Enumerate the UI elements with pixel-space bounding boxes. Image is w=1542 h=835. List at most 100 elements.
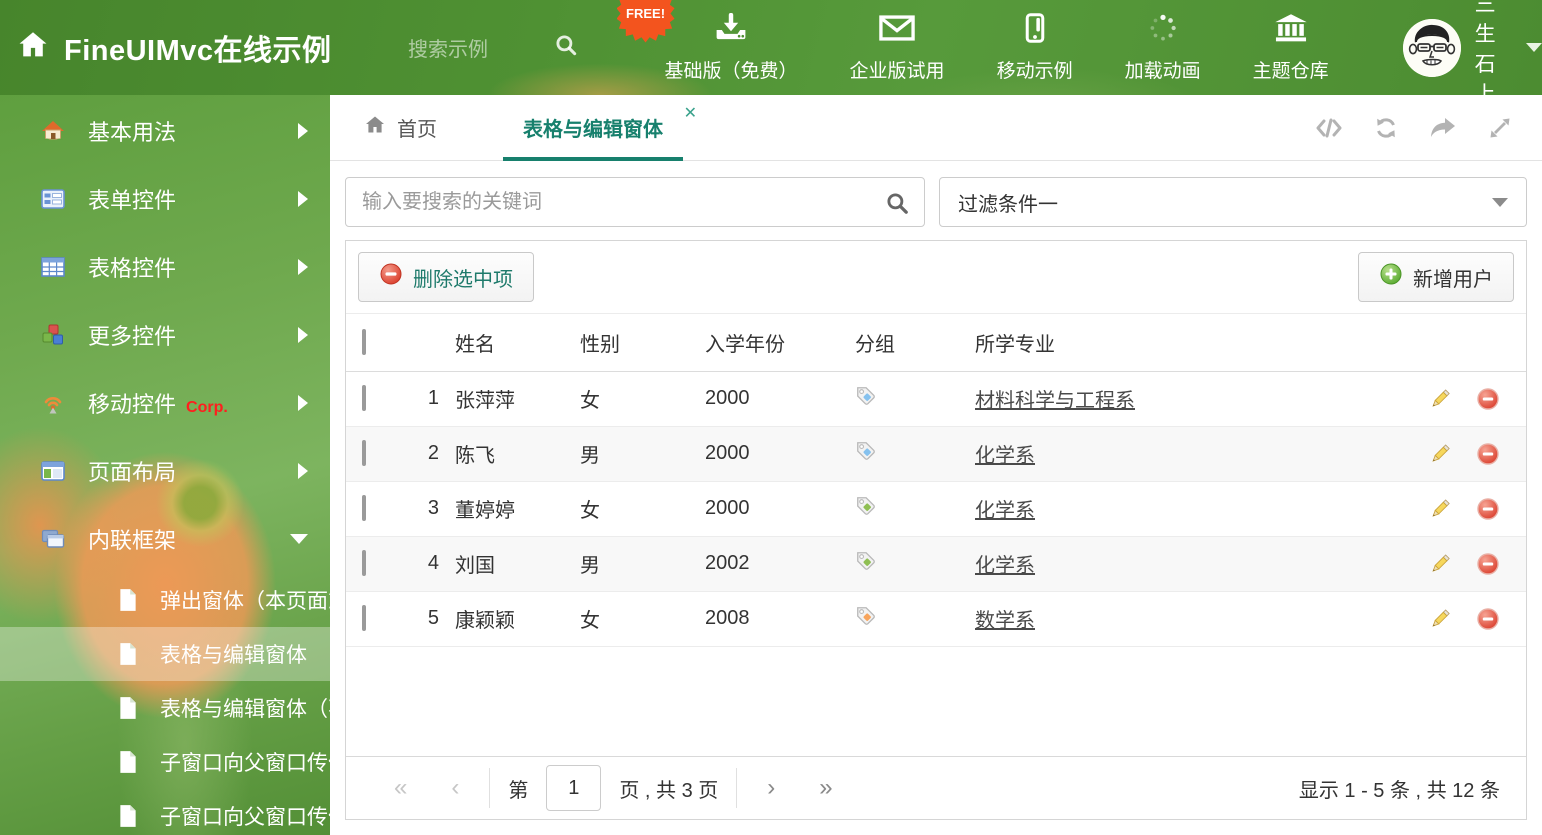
- edit-pencil-icon[interactable]: [1428, 552, 1452, 576]
- cell-group: [839, 591, 959, 647]
- page-icon: [118, 588, 138, 612]
- home-icon: [363, 113, 387, 143]
- username: 三生石上: [1474, 0, 1496, 106]
- cell-year: 2000: [689, 481, 839, 537]
- source-code-icon[interactable]: [1315, 116, 1343, 140]
- sidebar-subitem-grid-edit-window[interactable]: 表格与编辑窗体: [0, 627, 330, 681]
- delete-selected-label: 删除选中项: [413, 268, 513, 291]
- tab-home[interactable]: 首页: [345, 95, 455, 161]
- table-row: 4 刘国 男 2002 化学系: [346, 536, 1526, 592]
- row-checkbox[interactable]: [362, 385, 366, 411]
- nav-item-loading-animation[interactable]: 加载动画: [1099, 13, 1227, 83]
- brand[interactable]: FineUIMvc在线示例: [0, 27, 400, 69]
- spinner-icon: [1147, 13, 1179, 48]
- nav-item-mobile-demo[interactable]: 移动示例: [971, 12, 1099, 83]
- filter-row: 过滤条件一: [330, 161, 1542, 227]
- cell-gender: 女: [564, 591, 689, 647]
- sidebar-subitem-label: 表格与编辑窗体: [160, 644, 307, 667]
- page-label-suffix: 页 , 共 3 页: [619, 779, 719, 802]
- delete-selected-button[interactable]: 删除选中项: [358, 252, 534, 302]
- delete-row-icon[interactable]: [1476, 607, 1500, 631]
- expand-icon[interactable]: [1487, 116, 1513, 140]
- cell-year: 2002: [689, 536, 839, 592]
- sidebar-item-form-controls[interactable]: 表单控件: [0, 165, 330, 233]
- search-icon[interactable]: [884, 190, 910, 221]
- chevron-right-icon: [298, 327, 308, 343]
- row-checkbox[interactable]: [362, 550, 366, 576]
- filter-dropdown[interactable]: 过滤条件一: [939, 177, 1527, 227]
- chevron-right-icon: [298, 395, 308, 411]
- page-label-prefix: 第: [508, 779, 529, 802]
- sidebar-subitem-child-to-parent[interactable]: 子窗口向父窗口传值: [0, 735, 349, 789]
- delete-row-icon[interactable]: [1476, 387, 1500, 411]
- wireless-icon: [40, 392, 66, 414]
- delete-row-icon[interactable]: [1476, 442, 1500, 466]
- prev-page-button[interactable]: ‹: [429, 774, 481, 802]
- sidebar-subitem-child-to-parent-2[interactable]: 子窗口向父窗口传值...: [0, 789, 367, 835]
- tab-tools: [1315, 116, 1527, 140]
- refresh-icon[interactable]: [1373, 116, 1399, 140]
- grid-panel: 删除选中项 新增用户 姓名 性别 入学年份 分组 所学专业 1 张萍萍 女 20…: [345, 240, 1527, 820]
- close-icon[interactable]: ✕: [684, 103, 697, 123]
- frames-icon: [40, 529, 66, 549]
- sidebar: 基本用法 表单控件 表格控件 更多控件 移动控件 Corp. 页面布局 内联框架…: [0, 95, 367, 835]
- search-icon[interactable]: [553, 32, 579, 63]
- select-all-checkbox[interactable]: [362, 328, 366, 355]
- delete-row-icon[interactable]: [1476, 497, 1500, 521]
- delete-row-icon[interactable]: [1476, 552, 1500, 576]
- page-number-input[interactable]: [546, 765, 602, 811]
- cell-gender: 男: [564, 536, 689, 592]
- next-page-button[interactable]: ›: [745, 774, 797, 802]
- nav-item-basic-edition[interactable]: FREE! 基础版（免费）: [616, 0, 824, 83]
- sidebar-subitem-grid-edit-window-2[interactable]: 表格与编辑窗体（不...: [0, 681, 367, 735]
- chevron-right-icon: [298, 191, 308, 207]
- sidebar-subitem-popup-window[interactable]: 弹出窗体（本页面或...: [0, 573, 367, 627]
- sidebar-item-page-layout[interactable]: 页面布局: [0, 437, 330, 505]
- first-page-button[interactable]: «: [372, 774, 429, 802]
- last-page-button[interactable]: »: [797, 774, 854, 802]
- nav-label: 主题仓库: [1252, 60, 1329, 82]
- sidebar-item-iframe[interactable]: 内联框架: [0, 505, 330, 573]
- cell-name: 张萍萍: [439, 371, 564, 427]
- nav-item-enterprise-trial[interactable]: 企业版试用: [824, 13, 971, 83]
- divider: [489, 768, 491, 808]
- sidebar-item-grid-controls[interactable]: 表格控件: [0, 233, 330, 301]
- major-link[interactable]: 化学系: [975, 500, 1035, 522]
- sidebar-item-mobile-controls[interactable]: 移动控件 Corp.: [0, 369, 330, 437]
- column-header-group[interactable]: 分组: [839, 314, 959, 372]
- row-checkbox[interactable]: [362, 605, 366, 631]
- sidebar-item-basic-usage[interactable]: 基本用法: [0, 97, 330, 165]
- major-link[interactable]: 化学系: [975, 445, 1035, 467]
- add-user-button[interactable]: 新增用户: [1358, 252, 1514, 302]
- column-header-year[interactable]: 入学年份: [689, 314, 839, 372]
- edit-pencil-icon[interactable]: [1428, 442, 1452, 466]
- keyword-search-input[interactable]: [346, 178, 924, 226]
- nav-item-theme-repo[interactable]: 主题仓库: [1227, 13, 1355, 83]
- sidebar-item-label: 更多控件: [88, 324, 177, 349]
- header-search[interactable]: 搜索示例: [408, 32, 579, 63]
- row-checkbox[interactable]: [362, 495, 366, 521]
- edit-pencil-icon[interactable]: [1428, 387, 1452, 411]
- edit-pencil-icon[interactable]: [1428, 607, 1452, 631]
- app-header: FineUIMvc在线示例 搜索示例 FREE! 基础版（免费） 企业版试用 移…: [0, 0, 1542, 106]
- major-link[interactable]: 化学系: [975, 555, 1035, 577]
- row-checkbox[interactable]: [362, 440, 366, 466]
- column-header-gender[interactable]: 性别: [564, 314, 689, 372]
- grid-header-row: 姓名 性别 入学年份 分组 所学专业: [346, 314, 1526, 372]
- major-link[interactable]: 材料科学与工程系: [975, 390, 1135, 412]
- share-icon[interactable]: [1429, 116, 1457, 140]
- data-grid: 姓名 性别 入学年份 分组 所学专业 1 张萍萍 女 2000 材料科学与工程系…: [346, 314, 1526, 647]
- tab-grid-edit-window[interactable]: 表格与编辑窗体 ✕: [497, 95, 697, 161]
- major-link[interactable]: 数学系: [975, 610, 1035, 632]
- column-header-major[interactable]: 所学专业: [959, 314, 1396, 372]
- column-header-name[interactable]: 姓名: [439, 314, 564, 372]
- edit-pencil-icon[interactable]: [1428, 497, 1452, 521]
- cubes-icon: [40, 324, 66, 346]
- sidebar-item-more-controls[interactable]: 更多控件: [0, 301, 330, 369]
- sidebar-item-label: 内联框架: [88, 528, 177, 553]
- cell-gender: 男: [564, 426, 689, 482]
- house-icon: [40, 119, 66, 143]
- table-row: 3 董婷婷 女 2000 化学系: [346, 481, 1526, 537]
- user-menu[interactable]: 三生石上: [1402, 0, 1542, 108]
- cell-group: [839, 426, 959, 482]
